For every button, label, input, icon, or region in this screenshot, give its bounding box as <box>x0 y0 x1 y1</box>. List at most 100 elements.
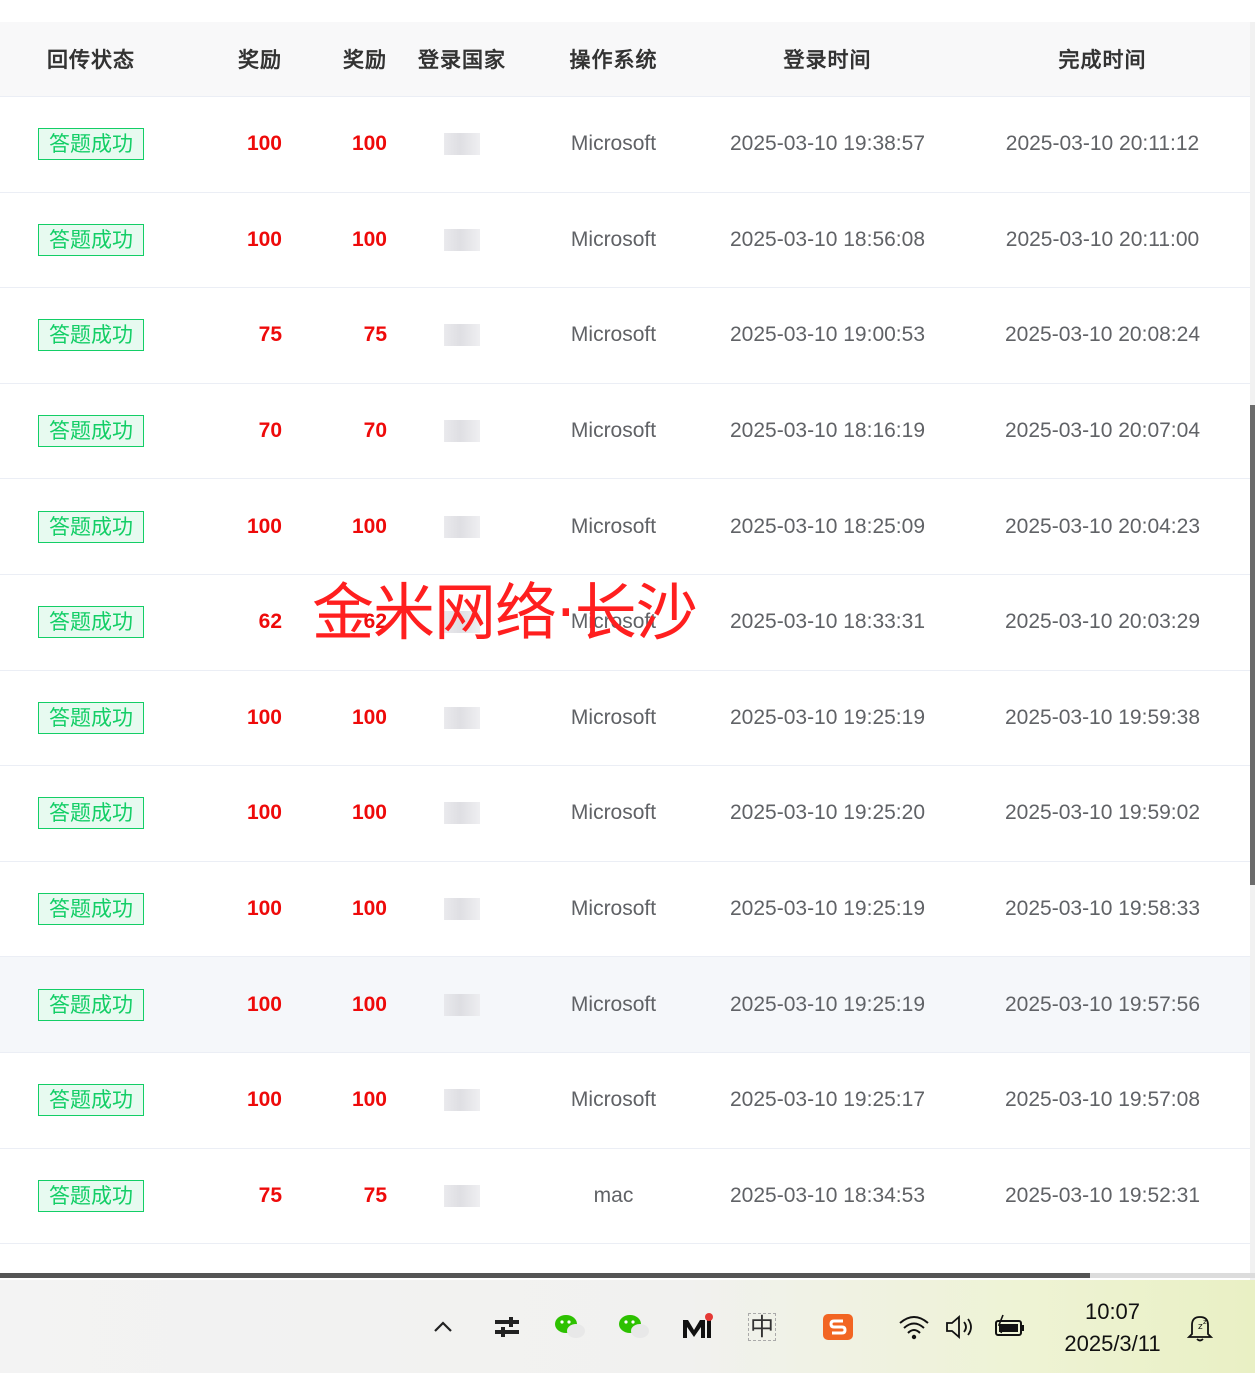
os-cell: Microsoft <box>570 227 657 251</box>
reward-value: 62 <box>258 610 282 634</box>
header-reward-2[interactable]: 奖励 <box>282 22 387 96</box>
table-row[interactable]: 答题成功 100 100 Microsoft 2025-03-10 19:25:17 20… <box>0 1052 1250 1149</box>
header-os[interactable]: 操作系统 <box>537 22 690 96</box>
reward-cell: 100 <box>282 766 387 861</box>
reward-value: 75 <box>363 323 387 347</box>
country-flag-blurred <box>444 515 480 538</box>
sogou-s-icon[interactable] <box>821 1310 855 1344</box>
mail-app-icon[interactable] <box>680 1310 714 1344</box>
country-cell <box>387 766 537 861</box>
country-cell <box>387 1053 537 1148</box>
clock-date: 2025/3/11 <box>1064 1331 1161 1356</box>
header-status[interactable]: 回传状态 <box>0 22 182 96</box>
done-time-cell: 2025-03-10 19:59:38 <box>1005 705 1200 729</box>
country-flag-blurred <box>444 324 480 347</box>
country-cell <box>387 384 537 479</box>
country-cell <box>387 1149 537 1244</box>
status-tag: 答题成功 <box>38 319 144 352</box>
status-cell: 答题成功 <box>0 288 182 383</box>
country-cell <box>387 957 537 1052</box>
country-cell <box>387 479 537 574</box>
wechat-icon[interactable] <box>617 1310 651 1344</box>
status-cell: 答题成功 <box>0 766 182 861</box>
reward-value: 75 <box>258 323 282 347</box>
reward-value: 70 <box>363 419 387 443</box>
table-row[interactable]: 答题成功 75 75 Microsoft 2025-03-10 19:00:53 2025… <box>0 288 1250 384</box>
os-cell: Microsoft <box>570 897 657 921</box>
chevron-up-icon[interactable] <box>426 1310 460 1344</box>
country-flag-blurred <box>444 993 480 1016</box>
reward-value: 100 <box>351 801 387 825</box>
reward-value: 100 <box>351 132 387 156</box>
system-clock[interactable]: 10:07 2025/3/11 <box>1050 1296 1175 1360</box>
table-row[interactable]: 答题成功 70 70 Microsoft 2025-03-10 18:16:19 2025… <box>0 383 1250 480</box>
reward-cell: 100 <box>182 479 282 574</box>
reward-cell: 75 <box>182 288 282 383</box>
notification-icon[interactable]: zz <box>1183 1310 1217 1344</box>
os-cell: Microsoft <box>570 419 657 443</box>
svg-text:z: z <box>1203 1318 1207 1326</box>
table-row[interactable]: 答题成功 100 100 Microsoft 2025-03-10 19:25:19 20… <box>0 957 1250 1053</box>
reward-value: 70 <box>258 419 282 443</box>
table-row[interactable]: 答题成功 100 100 Microsoft 2025-03-10 19:25:19 20… <box>0 670 1250 767</box>
os-cell: Microsoft <box>570 323 657 347</box>
reward-cell: 62 <box>182 575 282 670</box>
reward-value: 100 <box>246 1088 282 1112</box>
wechat-icon[interactable] <box>553 1310 587 1344</box>
table-row[interactable]: 答题成功 100 100 Microsoft 2025-03-10 19:38:57 20… <box>0 97 1250 193</box>
status-cell: 答题成功 <box>0 1149 182 1244</box>
horizontal-scrollbar-thumb[interactable] <box>0 1273 1090 1278</box>
taskbar: 中 10:07 2025/3/11 zz <box>0 1280 1255 1373</box>
reward-value: 100 <box>246 227 282 251</box>
country-flag-blurred <box>444 898 480 921</box>
login-time-cell: 2025-03-10 19:38:57 <box>730 132 925 156</box>
status-cell: 答题成功 <box>0 575 182 670</box>
clock-time: 10:07 <box>1084 1299 1141 1324</box>
reward-cell: 100 <box>182 957 282 1052</box>
reward-cell: 100 <box>282 862 387 957</box>
header-country[interactable]: 登录国家 <box>387 22 537 96</box>
battery-icon[interactable] <box>993 1310 1027 1344</box>
vertical-scrollbar-thumb[interactable] <box>1250 405 1255 885</box>
status-tag: 答题成功 <box>38 1084 144 1117</box>
header-login-time[interactable]: 登录时间 <box>690 22 965 96</box>
status-cell: 答题成功 <box>0 97 182 192</box>
status-tag: 答题成功 <box>38 128 144 161</box>
header-reward-1[interactable]: 奖励 <box>182 22 282 96</box>
watermark-text: 金米网络·长沙 <box>312 576 698 649</box>
status-tag: 答题成功 <box>38 988 144 1021</box>
reward-value: 100 <box>246 705 282 729</box>
reward-value: 100 <box>351 227 387 251</box>
country-flag-blurred <box>444 1184 480 1207</box>
reward-value: 100 <box>351 897 387 921</box>
reward-cell: 100 <box>182 766 282 861</box>
os-cell: Microsoft <box>570 132 657 156</box>
reward-cell: 75 <box>182 1149 282 1244</box>
status-cell: 答题成功 <box>0 671 182 766</box>
reward-cell: 75 <box>282 288 387 383</box>
table-row[interactable]: 答题成功 100 100 Microsoft 2025-03-10 19:25:19 20… <box>0 861 1250 958</box>
country-flag-blurred <box>444 802 480 825</box>
table-row[interactable]: 答题成功 100 100 Microsoft 2025-03-10 18:25:09 20… <box>0 479 1250 575</box>
table-row[interactable]: 答题成功 100 100 Microsoft 2025-03-10 18:56:08 20… <box>0 192 1250 289</box>
country-flag-blurred <box>444 706 480 729</box>
volume-icon[interactable] <box>944 1310 978 1344</box>
login-time-cell: 2025-03-10 18:16:19 <box>730 419 925 443</box>
ime-zhong-icon[interactable]: 中 <box>745 1310 779 1344</box>
reward-cell: 100 <box>182 193 282 288</box>
table-row[interactable]: 答题成功 100 100 Microsoft 2025-03-10 19:25:20 20… <box>0 766 1250 862</box>
os-cell: Microsoft <box>570 801 657 825</box>
country-cell <box>387 288 537 383</box>
status-tag: 答题成功 <box>38 1179 144 1212</box>
reward-cell: 100 <box>282 193 387 288</box>
wifi-icon[interactable] <box>897 1310 931 1344</box>
reward-value: 100 <box>351 705 387 729</box>
reward-value: 100 <box>246 132 282 156</box>
login-time-cell: 2025-03-10 18:25:09 <box>730 514 925 538</box>
reward-value: 75 <box>258 1183 282 1207</box>
header-done-time[interactable]: 完成时间 <box>965 22 1240 96</box>
table-row[interactable]: 答题成功 75 75 mac 2025-03-10 18:34:53 2025-03-10… <box>0 1148 1250 1245</box>
reward-cell: 100 <box>282 97 387 192</box>
sliders-icon[interactable] <box>490 1310 524 1344</box>
status-tag: 答题成功 <box>38 223 144 256</box>
